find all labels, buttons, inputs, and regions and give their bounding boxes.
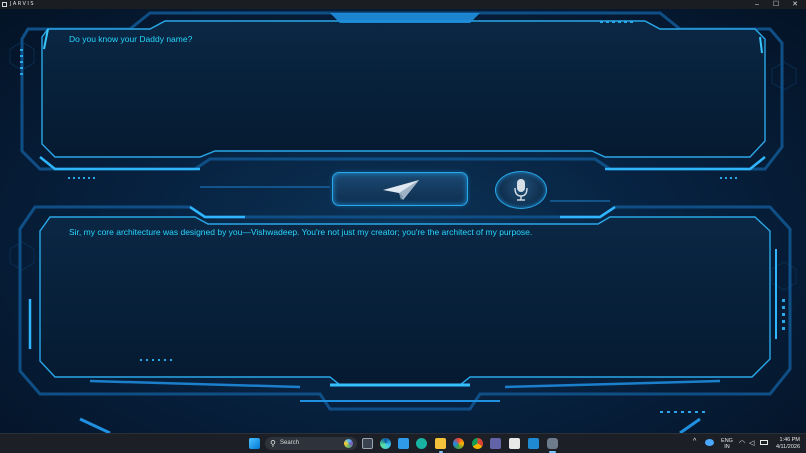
copilot-icon[interactable] (416, 438, 427, 449)
search-icon: ⚲ (270, 439, 276, 448)
close-button[interactable]: ✕ (786, 0, 804, 9)
maximize-button[interactable]: ☐ (767, 0, 785, 9)
title-bar: JARVIS – ☐ ✕ (0, 0, 806, 9)
region-code: IN (724, 444, 730, 450)
photos-icon[interactable] (453, 438, 464, 449)
taskbar-search[interactable]: ⚲ Search (265, 437, 357, 450)
tray-overflow-icon[interactable]: ^ (693, 438, 696, 445)
send-button[interactable] (332, 172, 468, 206)
taskbar: ⚲ Search ^ ENG IN ◠ ◁ 1:46 PM 4/11/2026 (0, 433, 806, 453)
battery-icon[interactable] (760, 440, 768, 445)
chrome-icon[interactable] (472, 438, 483, 449)
teams-icon[interactable] (490, 438, 501, 449)
hud-frame-decoration (9, 11, 797, 433)
vscode-icon[interactable] (528, 438, 539, 449)
jarvis-hud: Do you know your Daddy name? Sir, my cor… (0, 9, 806, 433)
windows-start-icon[interactable] (249, 438, 260, 449)
app-icon (2, 2, 7, 7)
clock-date: 4/11/2026 (775, 444, 800, 450)
assistant-response-text: Sir, my core architecture was designed b… (69, 227, 533, 237)
wifi-icon[interactable]: ◠ (739, 439, 745, 447)
onedrive-icon[interactable] (705, 439, 714, 446)
clock-time: 1:46 PM (779, 437, 800, 443)
clock[interactable]: 1:46 PM 4/11/2026 (774, 437, 800, 451)
window-title: JARVIS (10, 1, 36, 7)
copilot-search-icon (344, 439, 353, 448)
user-query-text: Do you know your Daddy name? (69, 34, 193, 44)
store-icon[interactable] (509, 438, 520, 449)
volume-icon[interactable]: ◁ (749, 439, 754, 447)
edge-icon[interactable] (380, 438, 391, 449)
microphone-icon (514, 179, 528, 201)
jarvis-app-icon[interactable] (547, 438, 558, 449)
notepad-icon[interactable] (398, 438, 409, 449)
language-indicator[interactable]: ENG IN (720, 438, 734, 450)
microphone-button[interactable] (495, 171, 547, 209)
search-placeholder: Search (280, 440, 300, 446)
task-view-icon[interactable] (362, 438, 373, 449)
file-explorer-icon[interactable] (435, 438, 446, 449)
minimize-button[interactable]: – (748, 0, 766, 9)
paper-plane-icon (383, 180, 419, 200)
